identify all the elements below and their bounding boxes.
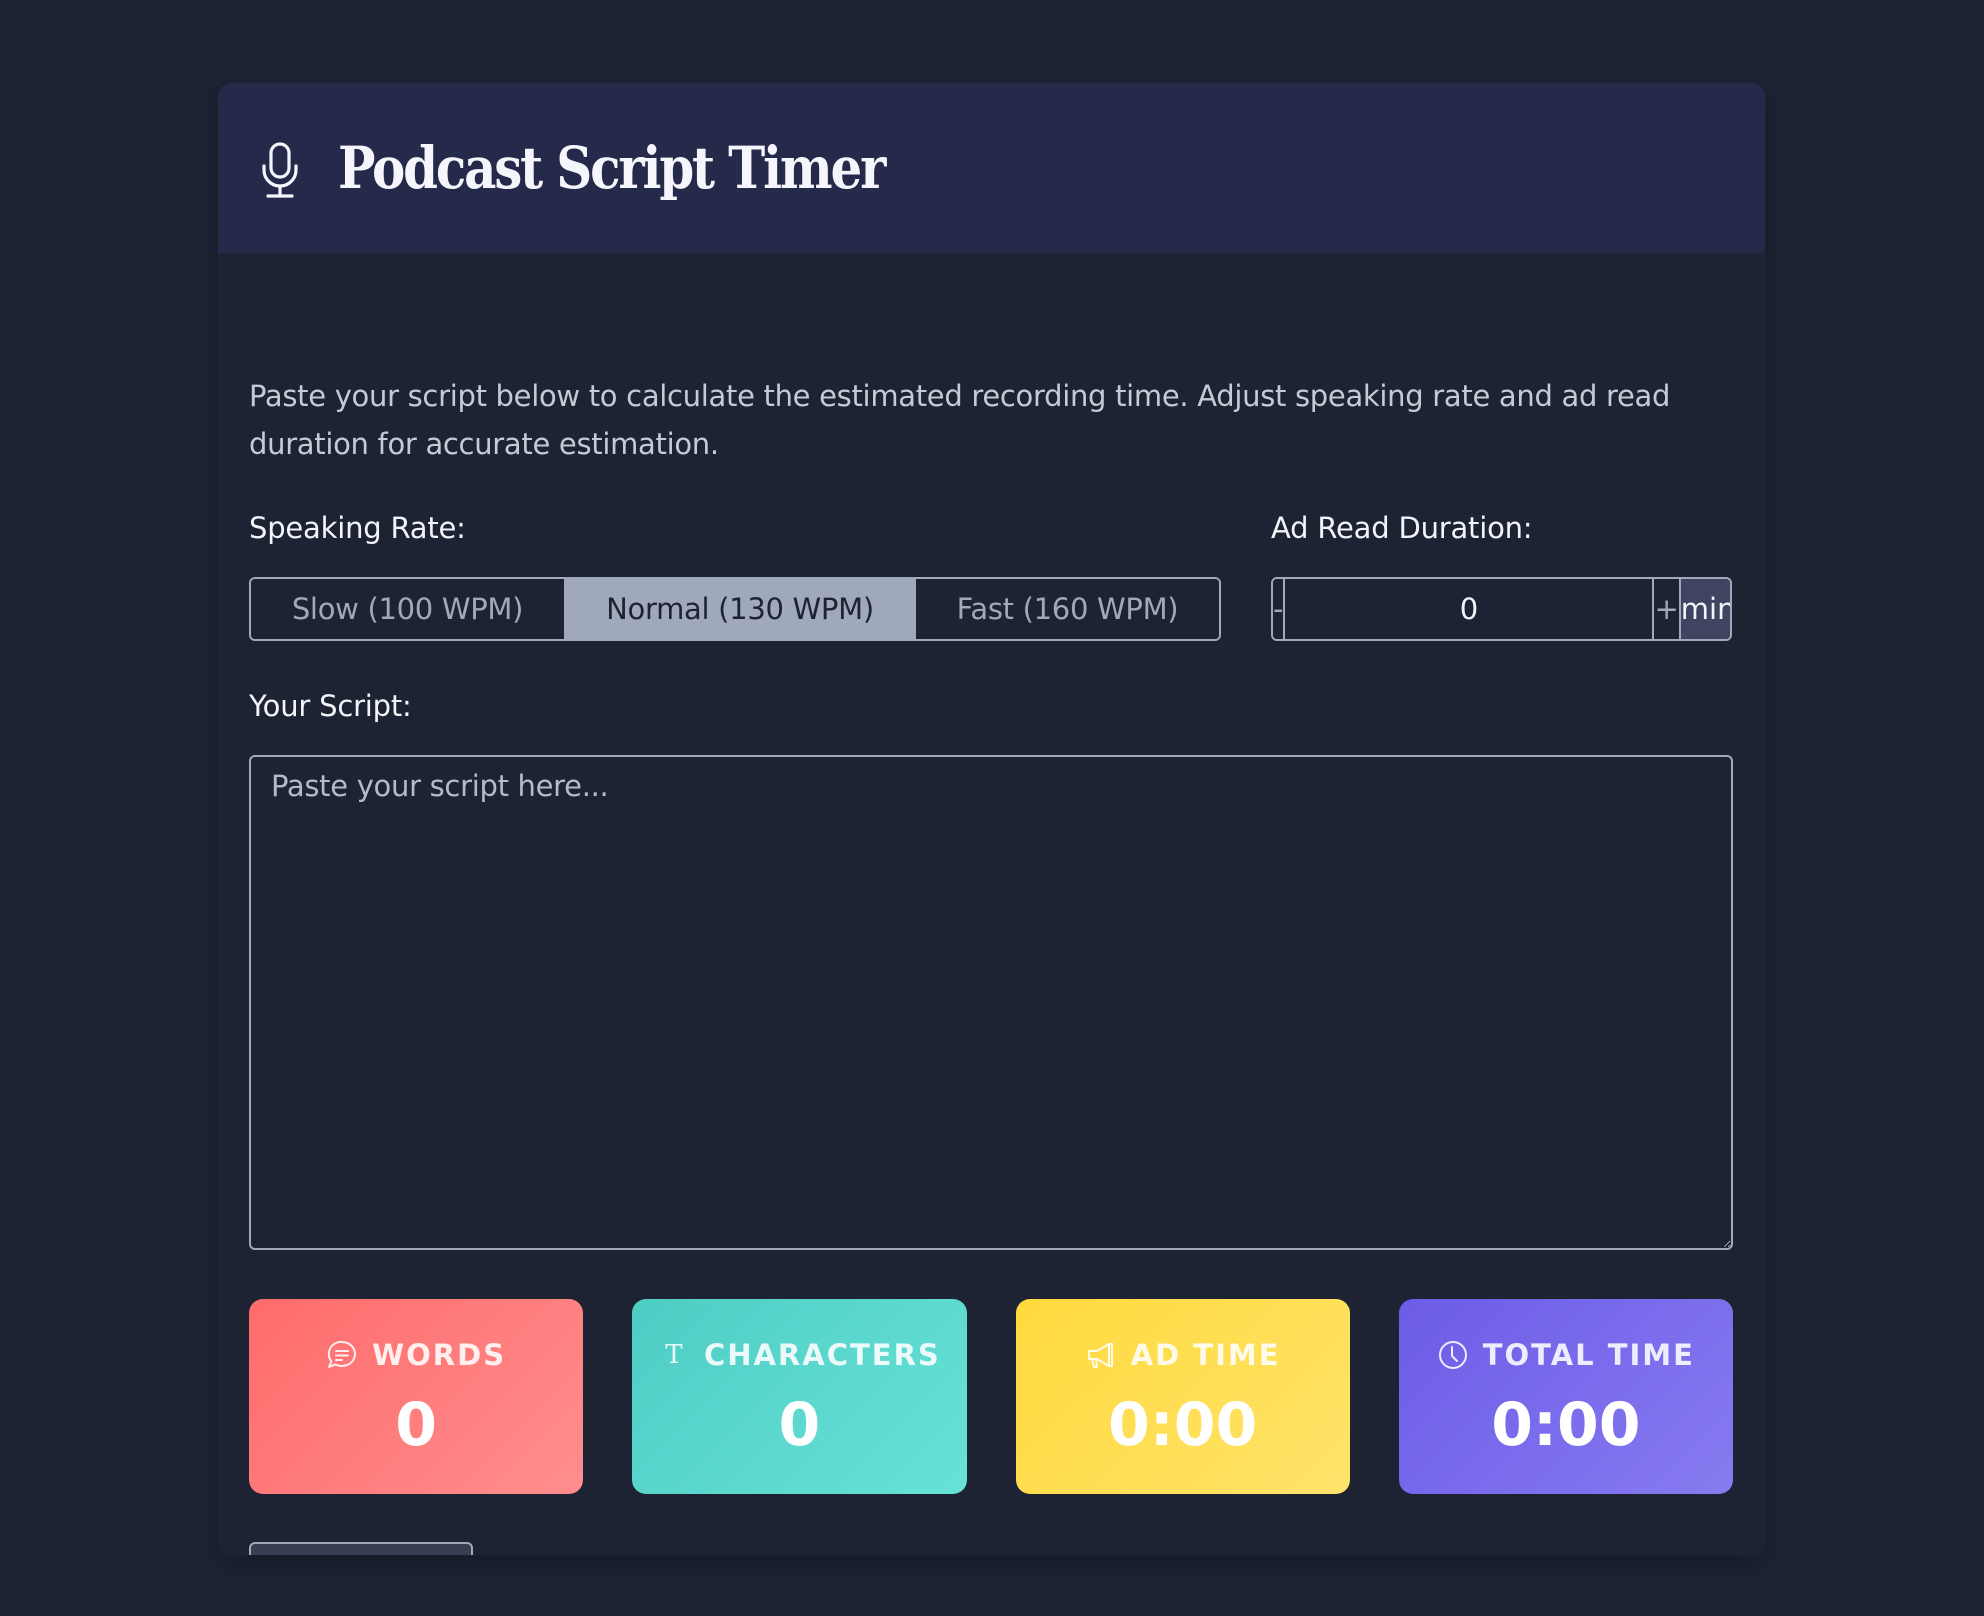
stat-label: WORDS (372, 1338, 507, 1372)
timer-card: Podcast Script Timer Paste your script b… (218, 83, 1765, 1555)
stat-label: TOTAL TIME (1482, 1338, 1695, 1372)
total-time-value: 0:00 (1491, 1390, 1641, 1460)
stat-card-total-time: TOTAL TIME 0:00 (1398, 1299, 1733, 1494)
megaphone-icon (1085, 1339, 1117, 1371)
rate-option-slow[interactable]: Slow (100 WPM) (251, 579, 564, 639)
word-count-value: 0 (395, 1390, 437, 1460)
stat-card-ad-time: AD TIME 0:00 (1015, 1299, 1350, 1494)
header: Podcast Script Timer (218, 83, 1765, 253)
clear-text-button[interactable]: Clear Text (249, 1542, 473, 1555)
app-title: Podcast Script Timer (338, 134, 886, 202)
stat-label: AD TIME (1130, 1338, 1281, 1372)
description: Paste your script below to calculate the… (249, 379, 1671, 461)
ad-increment-button[interactable]: + (1652, 579, 1679, 639)
ad-unit-label: min (1678, 579, 1730, 639)
character-count-value: 0 (778, 1390, 821, 1460)
rate-option-normal[interactable]: Normal (130 WPM) (564, 579, 916, 639)
clock-icon (1437, 1339, 1469, 1371)
stat-card-words: WORDS 0 (249, 1299, 584, 1494)
ad-duration-input[interactable] (1285, 579, 1653, 639)
text-t-icon: T (665, 1340, 683, 1370)
stats-row: WORDS 0 T CHARACTERS 0 AD TIME 0:00 TOTA… (249, 1299, 1733, 1494)
stat-label: CHARACTERS (703, 1338, 941, 1372)
stat-card-characters: T CHARACTERS 0 (632, 1299, 967, 1494)
ad-duration-stepper: - + min (1271, 577, 1732, 641)
microphone-icon (261, 142, 299, 199)
ad-time-value: 0:00 (1108, 1390, 1258, 1460)
trash-icon (273, 1555, 299, 1556)
rate-option-fast[interactable]: Fast (160 WPM) (916, 579, 1219, 639)
speaking-rate-selector: Slow (100 WPM) Normal (130 WPM) Fast (16… (249, 577, 1221, 641)
chat-bubble-icon (326, 1339, 358, 1371)
ad-read-label: Ad Read Duration: (1271, 511, 1533, 545)
ad-decrement-button[interactable]: - (1273, 579, 1286, 639)
script-label: Your Script: (249, 689, 412, 723)
speaking-rate-label: Speaking Rate: (249, 511, 466, 545)
script-input[interactable] (249, 755, 1733, 1250)
